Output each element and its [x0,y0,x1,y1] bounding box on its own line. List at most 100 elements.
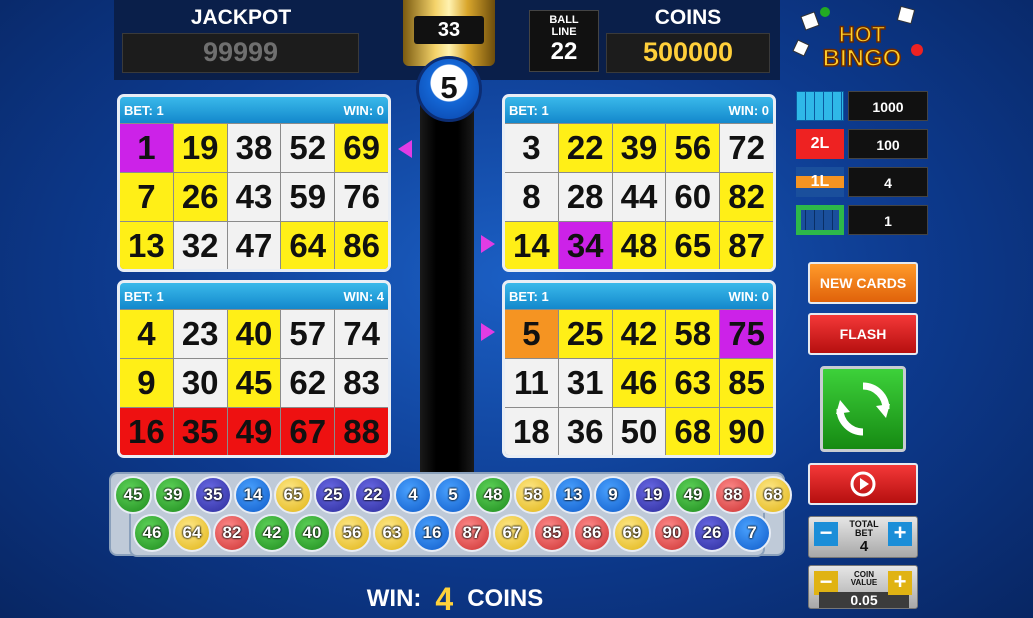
coin-value-plus-button[interactable]: + [888,571,912,595]
drawn-ball: 4 [394,476,432,514]
drawn-ball: 67 [493,514,531,552]
drawn-ball: 49 [674,476,712,514]
card-win: WIN: 4 [343,288,384,304]
jackpot-value: 99999 [122,33,359,73]
ball-line-value: 22 [550,38,578,65]
card-cell: 7 [120,173,173,221]
ball-tube [420,80,474,478]
card-cell: 82 [720,173,773,221]
card-header: BET: 1 WIN: 0 [505,283,773,309]
autoplay-button[interactable] [808,463,918,505]
win-label: WIN: [366,585,422,612]
card-cell: 4 [120,310,173,358]
new-cards-button[interactable]: NEW CARDS [808,262,918,304]
drawn-ball: 42 [253,514,291,552]
paytable-row-corners: 1 [796,205,928,235]
card-cell: 43 [227,173,281,221]
drawn-ball: 58 [514,476,552,514]
drawn-ball: 48 [474,476,512,514]
drawn-ball: 13 [554,476,592,514]
total-bet-minus-button[interactable]: − [814,522,838,546]
card-cell: 60 [666,173,720,221]
card-cell: 74 [335,310,388,358]
drawn-ball: 69 [613,514,651,552]
card-cell: 11 [505,359,558,407]
card-grid: 3 22 39 56 72 8 28 44 60 82 14 34 48 65 87 [505,123,773,269]
card-cell: 9 [120,359,173,407]
card-cell: 57 [281,310,335,358]
card-cell: 18 [505,408,558,455]
card-cell: 38 [227,124,281,172]
card-cell: 87 [720,222,773,269]
paytable-row-full: 1000 [796,91,928,121]
card-cell: 86 [335,222,388,269]
refresh-icon [836,382,890,436]
one-line-pattern-icon: 1L [796,167,844,197]
card-cell: 63 [666,359,720,407]
drawn-ball: 56 [333,514,371,552]
bingo-card-2[interactable]: BET: 1 WIN: 0 3 22 39 56 72 8 28 44 60 82 14 34 48 65 8… [502,94,776,272]
card-cell: 65 [666,222,720,269]
card-cell: 31 [558,359,612,407]
drawn-ball: 88 [714,476,752,514]
svg-text:BINGO: BINGO [823,45,902,72]
drawn-ball: 25 [314,476,352,514]
card-bet: BET: 1 [509,288,549,304]
card-cell: 8 [505,173,558,221]
paytable-value: 100 [848,129,928,159]
win-value: 4 [435,580,454,617]
card-4-line-arrow-icon [481,323,495,341]
card-cell: 39 [612,124,666,172]
card-cell: 46 [612,359,666,407]
drawn-ball: 65 [274,476,312,514]
card-cell: 48 [612,222,666,269]
pattern-badge: 2L [810,135,830,152]
card-cell: 58 [666,310,720,358]
paytable-row-2l: 2L 100 [796,129,928,159]
card-grid: 4 23 40 57 74 9 30 45 62 83 16 35 49 67 88 [120,309,388,455]
card-cell: 52 [281,124,335,172]
card-cell: 36 [558,408,612,455]
ball-line-label-1: BALL [549,14,579,26]
win-unit: COINS [467,585,544,612]
paytable-row-1l: 1L 4 [796,167,928,197]
flash-button[interactable]: FLASH [808,313,918,355]
card-cell: 90 [720,408,773,455]
card-cell: 13 [120,222,173,269]
drawn-ball: 16 [413,514,451,552]
card-cell: 40 [227,310,281,358]
coin-value-label: COIN VALUE [841,571,887,587]
card-cell: 16 [120,408,173,455]
ball-line-box: BALL LINE 22 [529,10,599,72]
card-cell: 72 [720,124,773,172]
total-bet-plus-button[interactable]: + [888,522,912,546]
drawn-balls-row-2: 46 64 82 42 40 56 63 16 87 67 85 86 69 90 26 7 [133,514,771,552]
card-cell: 35 [173,408,227,455]
bingo-card-1[interactable]: BET: 1 WIN: 0 1 19 38 52 69 7 26 43 59 76 13 32 47 64 8… [117,94,391,272]
drawn-ball: 87 [453,514,491,552]
drawn-ball: 26 [693,514,731,552]
bingo-card-3[interactable]: BET: 1 WIN: 4 4 23 40 57 74 9 30 45 62 83 16 35 49 67 8… [117,280,391,458]
bingo-card-4[interactable]: BET: 1 WIN: 0 5 25 42 58 75 11 31 46 63 85 18 36 50 68… [502,280,776,458]
card-cell: 88 [335,408,388,455]
drawn-ball: 86 [573,514,611,552]
drawn-ball: 82 [213,514,251,552]
total-bet-label: TOTAL BET [841,520,887,538]
card-cell: 32 [173,222,227,269]
card-header: BET: 1 WIN: 0 [120,97,388,123]
card-header: BET: 1 WIN: 4 [120,283,388,309]
drawn-ball: 9 [594,476,632,514]
card-cell: 25 [558,310,612,358]
card-2-line-arrow-icon [481,235,495,253]
drawn-ball: 5 [434,476,472,514]
total-bet-stepper: − TOTAL BET 4 + [808,516,918,558]
hot-bingo-logo: HOT BINGO [789,0,935,78]
card-cell: 44 [612,173,666,221]
card-cell: 69 [335,124,388,172]
current-ball: 5 [416,56,482,122]
card-cell: 22 [558,124,612,172]
drawn-ball: 22 [354,476,392,514]
card-cell: 26 [173,173,227,221]
coins-value: 500000 [606,33,770,73]
play-button[interactable] [820,366,906,452]
